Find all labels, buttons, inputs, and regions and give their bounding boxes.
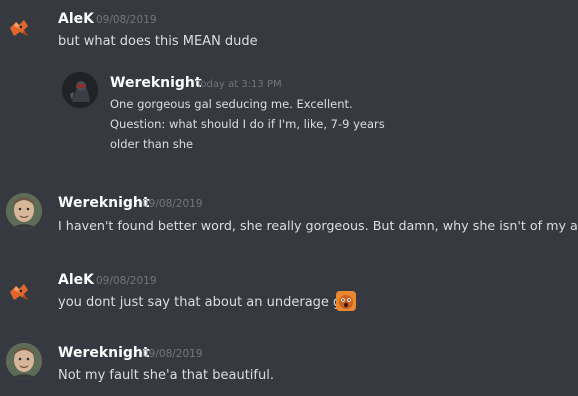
username[interactable]: AleK: [58, 11, 94, 27]
message-item: Wereknight 09/08/2019 Not my fault she'a…: [0, 335, 578, 395]
quoted-line: One gorgeous gal seducing me. Excellent.: [110, 97, 353, 111]
username[interactable]: Wereknight: [58, 195, 150, 211]
message-text: you dont just say that about an underage…: [58, 295, 354, 310]
timestamp: 09/08/2019: [142, 198, 203, 210]
shocked-face-emoji-icon: [336, 291, 356, 311]
fox-avatar-icon[interactable]: [6, 14, 34, 42]
username[interactable]: Wereknight: [58, 345, 150, 361]
message-text: but what does this MEAN dude: [58, 34, 258, 49]
quoted-username[interactable]: Wereknight: [110, 75, 202, 91]
quoted-timestamp: Today at 3:13 PM: [196, 79, 282, 90]
timestamp: 09/08/2019: [142, 348, 203, 360]
timestamp: 09/08/2019: [96, 275, 157, 287]
man-photo-avatar-icon[interactable]: [6, 193, 42, 229]
username[interactable]: AleK: [58, 272, 94, 288]
timestamp: 09/08/2019: [96, 14, 157, 26]
message-text: Not my fault she'a that beautiful.: [58, 368, 274, 383]
man-photo-avatar-icon[interactable]: [6, 343, 42, 379]
fox-avatar-icon[interactable]: [6, 278, 34, 306]
dark-character-avatar-icon[interactable]: [62, 72, 98, 108]
message-item: AleK 09/08/2019 but what does this MEAN …: [0, 0, 578, 170]
message-text: I haven't found better word, she really …: [58, 218, 578, 233]
message-item: AleK 09/08/2019 you dont just say that a…: [0, 262, 578, 322]
message-item: Wereknight 09/08/2019 I haven't found be…: [0, 185, 578, 245]
quoted-line: Question: what should I do if I'm, like,…: [110, 117, 385, 131]
quoted-line: older than she: [110, 137, 194, 151]
